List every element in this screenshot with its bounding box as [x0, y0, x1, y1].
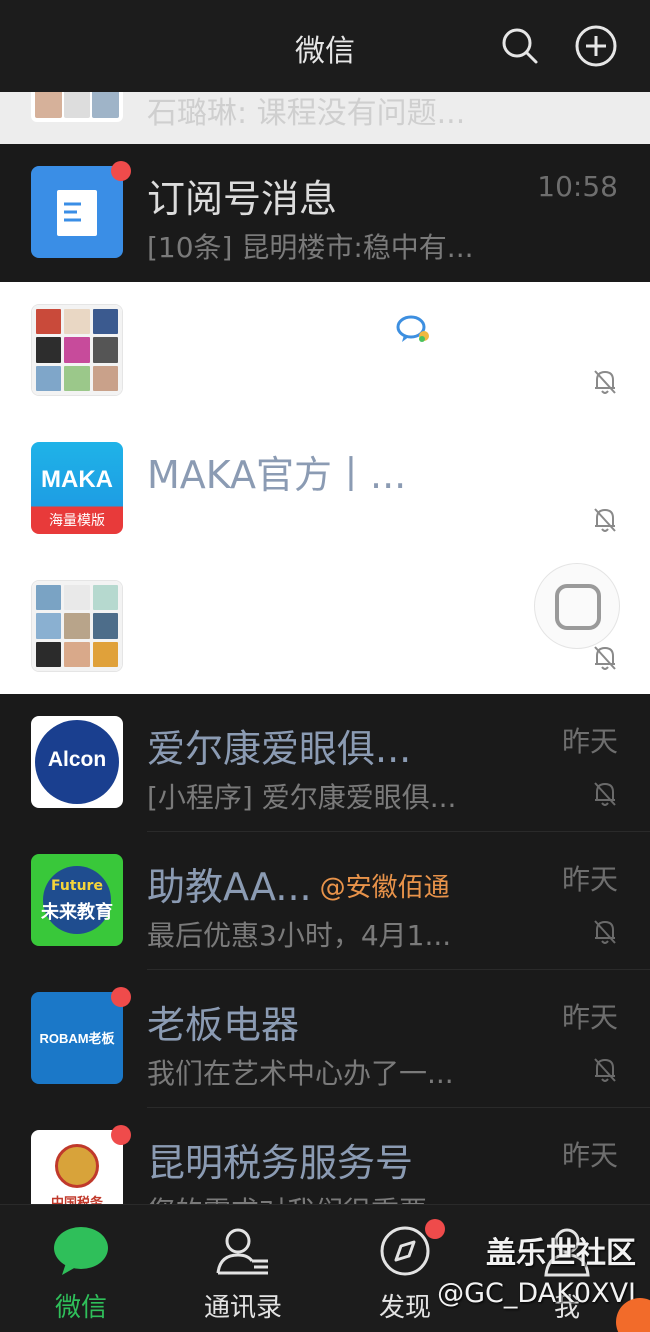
- subscription-avatar: [31, 166, 123, 258]
- search-icon[interactable]: [498, 24, 542, 68]
- chat-preview: 石璐琳: 课程没有问题...: [147, 96, 466, 131]
- chat-name: MAKA官方丨...: [147, 453, 407, 497]
- chat-name: 老板电器: [147, 1003, 300, 1047]
- chat-time: 10:58: [537, 170, 618, 203]
- mute-bell-icon: [592, 644, 618, 672]
- unread-badge: [111, 1125, 131, 1145]
- avatar-text: Alcon: [47, 748, 107, 771]
- tab-label: 微信: [54, 1293, 107, 1323]
- chat-row-robam[interactable]: ROBAM老板 老板电器 我们在艺术中心办了一... 昨天: [0, 970, 650, 1108]
- watermark-user: @GC_DAK0XVJ: [437, 1278, 636, 1309]
- unread-badge: [111, 987, 131, 1007]
- avatar-subtext: 未来教育: [41, 902, 113, 923]
- chat-preview: 我们在艺术中心办了一...: [147, 1057, 454, 1090]
- mute-bell-icon: [592, 1056, 618, 1084]
- chat-row-tutor[interactable]: Future 未来教育 助教AA... @安徽佰通 最后优惠3小时，4月1... …: [0, 832, 650, 970]
- robam-avatar: ROBAM老板: [31, 992, 123, 1084]
- chat-name: 助教AA...: [147, 865, 312, 909]
- chat-row-maka[interactable]: MAKA 海量模版 MAKA官方丨...: [0, 420, 650, 558]
- tab-discover[interactable]: 发现: [324, 1205, 486, 1332]
- chat-preview: [10条] 昆明楼市:稳中有...: [147, 231, 474, 264]
- chat-bubble-icon: [396, 314, 432, 350]
- tab-contacts[interactable]: 通讯录: [162, 1205, 324, 1332]
- chat-time: 昨天: [561, 1001, 618, 1034]
- avatar-subtext: 海量模版: [49, 513, 105, 529]
- chat-row-alcon[interactable]: Alcon 爱尔康爱眼俱... [小程序] 爱尔康爱眼俱... 昨天: [0, 694, 650, 832]
- top-bar: 微信: [0, 0, 650, 92]
- chat-preview: 最后优惠3小时，4月1...: [147, 919, 452, 952]
- watermark-title: 盖乐世社区: [486, 1236, 636, 1271]
- unread-badge: [111, 161, 131, 181]
- maka-avatar: MAKA 海量模版: [31, 442, 123, 534]
- add-plus-icon[interactable]: [574, 24, 618, 68]
- chat-row-partial[interactable]: 石璐琳: 课程没有问题...: [0, 92, 650, 144]
- avatar-text: Future: [51, 878, 103, 894]
- chat-name: 爱尔康爱眼俱...: [147, 727, 412, 771]
- chat-name-wrap: 助教AA... @安徽佰通: [147, 856, 450, 911]
- tab-chats[interactable]: 微信: [0, 1205, 162, 1332]
- chat-preview: [小程序] 爱尔康爱眼俱...: [147, 781, 457, 814]
- chat-time: 昨天: [561, 725, 618, 758]
- alcon-avatar: Alcon: [31, 716, 123, 808]
- mention-tag: @安徽佰通: [319, 873, 450, 903]
- chat-time: 昨天: [561, 1139, 618, 1172]
- avatar-text: ROBAM老板: [39, 1031, 115, 1046]
- mute-bell-icon: [592, 780, 618, 808]
- group-avatar: [31, 580, 123, 672]
- tab-label: 通讯录: [203, 1293, 282, 1323]
- education-avatar: Future 未来教育: [31, 854, 123, 946]
- chat-bubble-filled-icon: [52, 1225, 110, 1277]
- chat-time: 昨天: [561, 863, 618, 896]
- contacts-icon: [214, 1225, 272, 1277]
- chat-name: 昆明税务服务号: [147, 1141, 414, 1185]
- chat-row-subscriptions[interactable]: 订阅号消息 [10条] 昆明楼市:稳中有... 10:58: [0, 144, 650, 282]
- page-title: 微信: [295, 34, 355, 69]
- mute-bell-icon: [592, 918, 618, 946]
- chat-row-group[interactable]: [0, 282, 650, 420]
- group-avatar: [31, 304, 123, 396]
- mute-bell-icon: [592, 368, 618, 396]
- mute-bell-icon: [592, 506, 618, 534]
- group-avatar: [31, 92, 123, 122]
- unread-badge: [425, 1219, 445, 1239]
- avatar-text: MAKA: [41, 466, 113, 493]
- square-icon: [555, 584, 601, 630]
- floating-assist-button[interactable]: [534, 563, 620, 649]
- chat-name: 订阅号消息: [147, 177, 338, 221]
